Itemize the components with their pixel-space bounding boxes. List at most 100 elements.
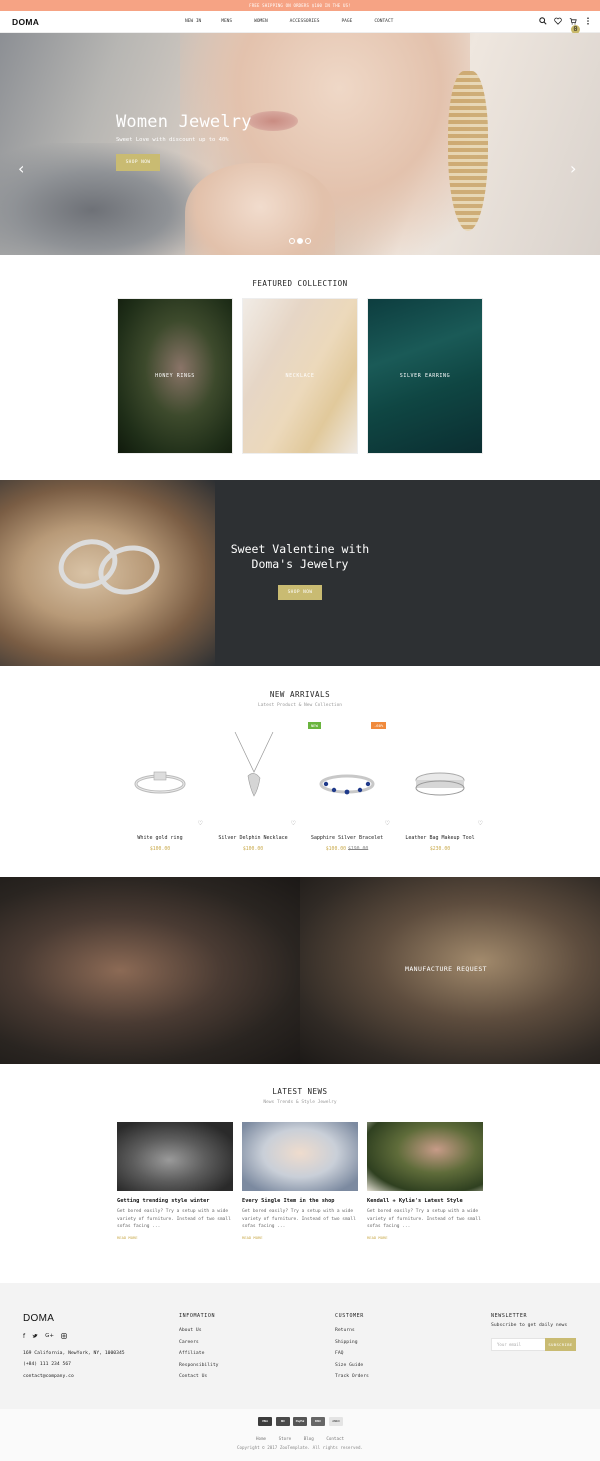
footer-logo[interactable]: DOMA <box>23 1313 54 1324</box>
google-plus-icon[interactable]: G+ <box>45 1333 54 1341</box>
hero-title: Women Jewelry <box>116 112 252 132</box>
footer-link-careers[interactable]: Careers <box>179 1340 199 1345</box>
menu-item-women[interactable]: WOMEN <box>254 19 268 24</box>
menu-item-page[interactable]: PAGE <box>341 19 352 24</box>
valentine-title-line1: Sweet Valentine with <box>230 542 370 556</box>
slider-dot[interactable] <box>305 238 311 244</box>
bottom-link-blog[interactable]: Blog <box>304 1436 314 1441</box>
valentine-banner <box>0 480 600 666</box>
wishlist-icon[interactable] <box>553 17 562 26</box>
bottom-link-store[interactable]: Store <box>279 1436 292 1441</box>
news-image[interactable] <box>242 1122 358 1191</box>
news-image[interactable] <box>367 1122 483 1191</box>
mastercard-icon: MC <box>276 1417 290 1426</box>
main-menu: NEW IN MENS WOMEN ACCESSORIES PAGE CONTA… <box>185 19 393 24</box>
news-image[interactable] <box>117 1122 233 1191</box>
wishlist-heart-icon[interactable]: ♡ <box>291 820 296 827</box>
product-image[interactable] <box>312 732 382 812</box>
manufacture-request-label[interactable]: MANUFACTURE REQUEST <box>405 965 487 973</box>
menu-item-new-in[interactable]: NEW IN <box>185 19 201 24</box>
slider-dot-active[interactable] <box>297 238 303 244</box>
product-price: $230.00 <box>395 847 485 852</box>
subscribe-button[interactable]: SUBSCRIBE <box>545 1338 576 1351</box>
read-more-link[interactable]: READ MORE <box>242 1235 358 1240</box>
facebook-icon[interactable]: f <box>23 1333 25 1341</box>
footer-link-affiliate[interactable]: Affiliate <box>179 1351 204 1356</box>
product-image[interactable] <box>218 731 288 812</box>
collection-card-necklace[interactable]: NECKLACE <box>242 298 358 454</box>
newsletter-text: Subscribe to get daily news <box>491 1323 568 1328</box>
hero-slider: ‹ › Women Jewelry Sweet Love with discou… <box>0 33 600 255</box>
amex-icon: AMEX <box>329 1417 343 1426</box>
footer-link-returns[interactable]: Returns <box>335 1328 355 1333</box>
slider-dot[interactable] <box>289 238 295 244</box>
cart-icon[interactable]: 0 <box>568 17 580 34</box>
bottom-link-home[interactable]: Home <box>256 1436 266 1441</box>
news-card[interactable]: Every Single Item in the shop Get bored … <box>242 1122 358 1240</box>
product-card[interactable]: ♡ Silver Delphin Necklace $100.00 <box>208 722 298 857</box>
header-nav: DOMA NEW IN MENS WOMEN ACCESSORIES PAGE … <box>0 11 600 34</box>
instagram-icon[interactable] <box>61 1333 67 1341</box>
news-excerpt: Get bored easily? Try a setup with a wid… <box>367 1209 481 1229</box>
product-card[interactable]: -60% ♡ Leather Bag Makeup Tool $230.00 <box>371 722 485 857</box>
product-tag-sale: -60% <box>371 722 387 729</box>
valentine-shop-now-button[interactable]: SHOP NOW <box>278 585 322 600</box>
bottom-link-contact[interactable]: Contact <box>326 1436 344 1441</box>
twitter-icon[interactable] <box>32 1333 38 1341</box>
manufacture-request-panel[interactable]: MANUFACTURE REQUEST <box>300 877 600 1064</box>
menu-item-contact[interactable]: CONTACT <box>374 19 393 24</box>
newsletter-email-input[interactable]: Your email <box>491 1338 546 1351</box>
footer-info-heading: INFOMATION <box>179 1313 216 1319</box>
wishlist-heart-icon[interactable]: ♡ <box>385 820 390 827</box>
copyright: Copyright © 2017 ZooTemplate. All rights… <box>236 1445 364 1450</box>
jeweler-photo-panel <box>0 877 300 1064</box>
latest-news-title: LATEST NEWS <box>272 1087 328 1096</box>
footer-email[interactable]: contact@company.co <box>23 1374 74 1379</box>
product-price-current: $100.00 <box>149 847 171 852</box>
product-card[interactable]: ♡ White gold ring $100.00 <box>115 722 205 857</box>
search-icon[interactable] <box>538 17 547 26</box>
hero-subtitle: Sweet Love with discount up to 40% <box>116 137 229 143</box>
news-card[interactable]: Kendall + Kylie's Latest Style Get bored… <box>367 1122 483 1240</box>
news-title[interactable]: Getting trending style winter <box>117 1198 233 1204</box>
new-arrivals-subtitle: Latest Product & New Collection <box>258 703 342 708</box>
collection-card-earring[interactable]: SILVER EARRING <box>367 298 483 454</box>
menu-item-mens[interactable]: MENS <box>221 19 232 24</box>
product-card[interactable]: NEW ♡ Sapphire Silver Bracelet $100.00 $1… <box>302 722 392 857</box>
newsletter-heading: NEWSLETTER <box>491 1313 528 1319</box>
footer-link-track-orders[interactable]: Track Orders <box>335 1374 369 1379</box>
paypal-icon: PayPal <box>293 1417 307 1426</box>
collection-card-rings[interactable]: HONEY RINGS <box>117 298 233 454</box>
footer-link-responsibility[interactable]: Responsibility <box>179 1363 219 1368</box>
news-excerpt: Get bored easily? Try a setup with a wid… <box>242 1209 356 1229</box>
slider-next-arrow[interactable]: › <box>570 159 576 178</box>
site-logo[interactable]: DOMA <box>12 17 39 27</box>
news-title[interactable]: Every Single Item in the shop <box>242 1198 358 1204</box>
product-image[interactable] <box>405 732 475 812</box>
menu-item-accessories[interactable]: ACCESSORIES <box>290 19 320 24</box>
footer-link-about[interactable]: About Us <box>179 1328 202 1333</box>
header-icons: 0 <box>538 17 592 34</box>
footer-link-contact[interactable]: Contact Us <box>179 1374 207 1379</box>
wishlist-heart-icon[interactable]: ♡ <box>198 820 203 827</box>
more-menu-icon[interactable] <box>583 17 592 26</box>
slider-dots <box>289 238 311 244</box>
footer-link-faq[interactable]: FAQ <box>335 1351 343 1356</box>
read-more-link[interactable]: READ MORE <box>367 1235 483 1240</box>
product-image[interactable] <box>125 732 195 812</box>
news-title[interactable]: Kendall + Kylie's Latest Style <box>367 1198 483 1204</box>
slider-prev-arrow[interactable]: ‹ <box>18 159 24 178</box>
hero-lips-shape <box>248 111 298 131</box>
product-price: $100.00 <box>208 847 298 852</box>
footer-link-size-guide[interactable]: Size Guide <box>335 1363 363 1368</box>
collection-label: SILVER EARRING <box>399 373 451 379</box>
hero-shop-now-button[interactable]: SHOP NOW <box>116 154 160 171</box>
news-card[interactable]: Getting trending style winter Get bored … <box>117 1122 233 1240</box>
read-more-link[interactable]: READ MORE <box>117 1235 233 1240</box>
discover-icon: DISC <box>311 1417 325 1426</box>
footer-link-shipping[interactable]: Shipping <box>335 1340 358 1345</box>
product-name[interactable]: Leather Bag Makeup Tool <box>385 835 495 841</box>
footer-customer-heading: CUSTOMER <box>335 1313 364 1319</box>
product-price: $100.00 <box>115 847 205 852</box>
wishlist-heart-icon[interactable]: ♡ <box>478 820 483 827</box>
